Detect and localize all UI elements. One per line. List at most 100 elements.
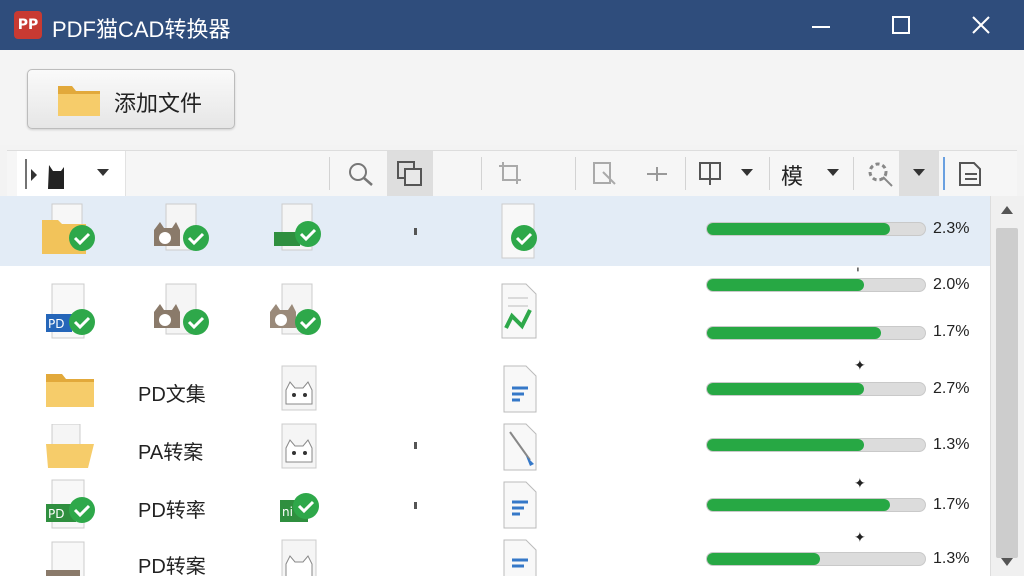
title-bar: PP PDF猫CAD转换器 [0,0,1024,50]
toolbar: 模 [7,150,1017,197]
mode-dropdown[interactable]: 模 [777,151,849,196]
cat-file-check-icon [270,283,321,335]
file-name: PD转率 [138,500,206,522]
file-name: PD文集 [138,384,206,406]
cat-file-check-icon [154,283,209,335]
cat-face-icon [281,365,317,411]
chevron-down-icon [97,169,109,176]
cad-file-check-icon [274,203,321,251]
chevron-down-icon [741,169,753,176]
file-list: 2.3% PD ' 2.0% 1.7% PD文集 ✦ 2.7% PA转案 1.3… [0,196,990,576]
document-icon [503,539,537,576]
progress-bar [706,278,926,292]
close-button[interactable] [950,0,1010,50]
progress-bar [706,438,926,452]
minimize-button[interactable] [790,0,850,50]
toolbar-divider [481,157,482,190]
copy-icon [397,161,422,186]
progress-bar [706,498,926,512]
progress-percent: 1.3% [933,550,970,567]
progress-percent: 1.3% [933,436,970,453]
layout-icon [699,162,721,185]
toolbar-divider [329,157,330,190]
progress-bar [706,326,926,340]
edit-button[interactable] [585,151,625,196]
close-icon [972,16,990,34]
progress-percent: 2.3% [933,220,970,237]
cat-file-icon [46,541,85,576]
chevron-down-icon [913,169,925,176]
svg-text:PD: PD [48,507,64,521]
app-logo: PP [14,11,42,39]
folder-file-icon [46,424,94,468]
folder-check-icon [42,203,95,254]
ribbon: 添加文件 [0,50,1024,145]
list-item[interactable]: PD ' 2.0% 1.7% [0,266,990,356]
folder-icon [58,86,100,116]
split-icon [647,167,667,181]
status-dot [414,502,417,509]
pdf-file-check-icon: PD [46,283,95,339]
file-name: PA转案 [138,442,204,464]
progress-bar [706,552,926,566]
list-item[interactable]: PA转案 1.3% [0,418,990,474]
status-marker: ✦ [854,530,866,546]
list-item[interactable]: PD PD转率 ni ✦ 1.7% [0,476,990,534]
list-item[interactable]: 2.3% [0,196,990,266]
progress-fill [707,499,891,511]
gear-icon [868,162,893,187]
cat-file-check-icon [154,203,209,251]
svg-text:ni: ni [282,505,293,519]
split-button[interactable] [637,151,677,196]
progress-fill [707,383,864,395]
maximize-button[interactable] [870,0,930,50]
progress-fill [707,327,882,339]
progress-bar [706,382,926,396]
toolbar-divider [685,157,686,190]
file-name: PD转案 [138,556,206,576]
add-file-button[interactable]: 添加文件 [27,69,235,129]
cat-face-icon [281,423,317,469]
progress-percent: 1.7% [933,323,970,340]
mode-label: 模 [781,165,804,190]
layout-dropdown[interactable] [693,151,763,196]
edit-icon [593,162,616,185]
maximize-icon [892,16,910,34]
export-button[interactable] [951,151,991,196]
document-icon [503,365,537,413]
crop-icon [499,162,521,184]
cat-selector[interactable] [17,151,126,196]
scroll-down-icon[interactable] [999,556,1015,568]
svg-text:PD: PD [48,317,64,331]
list-item[interactable]: PD转案 ✦ 1.3% [0,530,990,576]
chevron-down-icon [827,169,839,176]
toolbar-divider [853,157,854,190]
document-edit-icon [501,283,537,339]
settings-dropdown[interactable] [859,151,939,196]
progress-fill [707,279,864,291]
scrollbar-thumb[interactable] [996,228,1018,558]
list-item[interactable]: PD文集 ✦ 2.7% [0,358,990,416]
crop-button[interactable] [491,151,531,196]
search-button[interactable] [341,151,381,196]
window-title: PDF猫CAD转换器 [52,17,231,42]
status-dot [414,228,417,235]
cat-face-icon [281,539,317,576]
toolbar-divider [769,157,770,190]
add-file-label: 添加文件 [114,92,203,117]
status-marker: ✦ [854,358,866,374]
vertical-scrollbar[interactable] [990,196,1024,576]
document-pen-icon [503,423,537,471]
copy-button[interactable] [387,151,433,196]
document-check-icon [501,203,537,259]
progress-percent: 2.0% [933,276,970,293]
toolbar-divider [575,157,576,190]
progress-percent: 1.7% [933,496,970,513]
scroll-up-icon[interactable] [999,204,1015,216]
progress-percent: 2.7% [933,380,970,397]
toolbar-divider [943,157,945,190]
status-marker: ✦ [854,476,866,492]
status-dot [414,442,417,449]
minimize-icon [812,26,830,28]
cat-icon [25,159,64,189]
